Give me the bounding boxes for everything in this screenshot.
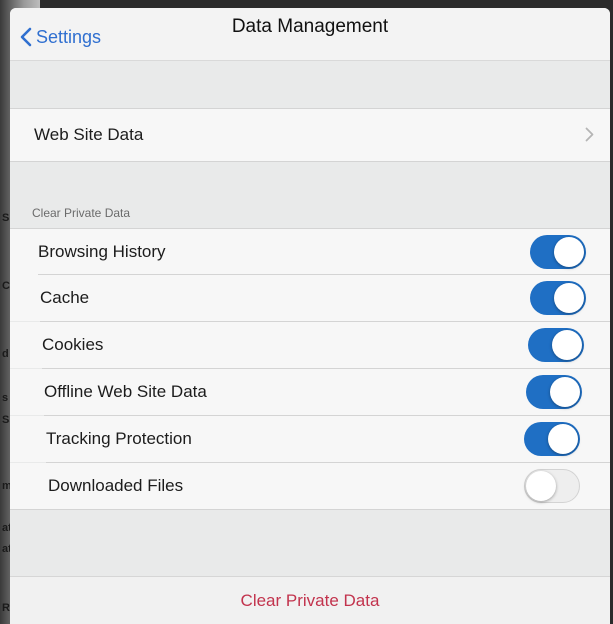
website-data-label: Web Site Data xyxy=(34,125,144,144)
background-text-fragment: d xyxy=(2,348,9,360)
settings-panel: Settings Data Management Web Site Data C… xyxy=(10,8,610,624)
list-item-label: Tracking Protection xyxy=(46,429,192,448)
list-item-cookies: Cookies xyxy=(10,322,610,368)
toggle-knob xyxy=(526,471,556,501)
toggle-knob xyxy=(554,283,584,313)
toggle-tracking-protection[interactable] xyxy=(524,422,580,456)
chevron-left-icon xyxy=(20,27,32,47)
list-item-label: Offline Web Site Data xyxy=(44,382,207,401)
back-button[interactable]: Settings xyxy=(20,23,101,51)
toggle-cookies[interactable] xyxy=(528,328,584,362)
toggle-browsing-history[interactable] xyxy=(530,235,586,269)
toggle-downloaded-files[interactable] xyxy=(524,469,580,503)
list-item-label: Browsing History xyxy=(38,242,166,261)
section-header-clear-private-data: Clear Private Data xyxy=(32,206,131,220)
background-text-fragment: s xyxy=(2,392,9,404)
clear-private-data-button[interactable]: Clear Private Data xyxy=(10,576,610,624)
list-item-label: Cache xyxy=(40,288,90,307)
list-item-tracking-protection: Tracking Protection xyxy=(10,416,610,462)
list-item-label: Downloaded Files xyxy=(48,476,184,495)
toggle-cache[interactable] xyxy=(530,281,586,315)
chevron-right-icon xyxy=(585,127,594,142)
list-item-browsing-history: Browsing History xyxy=(10,228,610,275)
list-item-downloaded-files: Downloaded Files xyxy=(10,463,610,510)
list-item-label: Cookies xyxy=(42,335,104,354)
toggle-offline-web-site-data[interactable] xyxy=(526,375,582,409)
toggle-knob xyxy=(550,377,580,407)
page-title: Data Management xyxy=(231,16,389,37)
toggle-knob xyxy=(554,237,584,267)
navigation-bar: Settings Data Management xyxy=(10,8,610,61)
back-button-label: Settings xyxy=(36,26,102,47)
website-data-row[interactable]: Web Site Data xyxy=(10,108,610,162)
list-item-cache: Cache xyxy=(10,275,610,321)
toggle-knob xyxy=(552,330,582,360)
list-item-offline-web-site-data: Offline Web Site Data xyxy=(10,369,610,415)
background-text-fragment: S xyxy=(2,212,10,224)
toggle-knob xyxy=(548,424,578,454)
